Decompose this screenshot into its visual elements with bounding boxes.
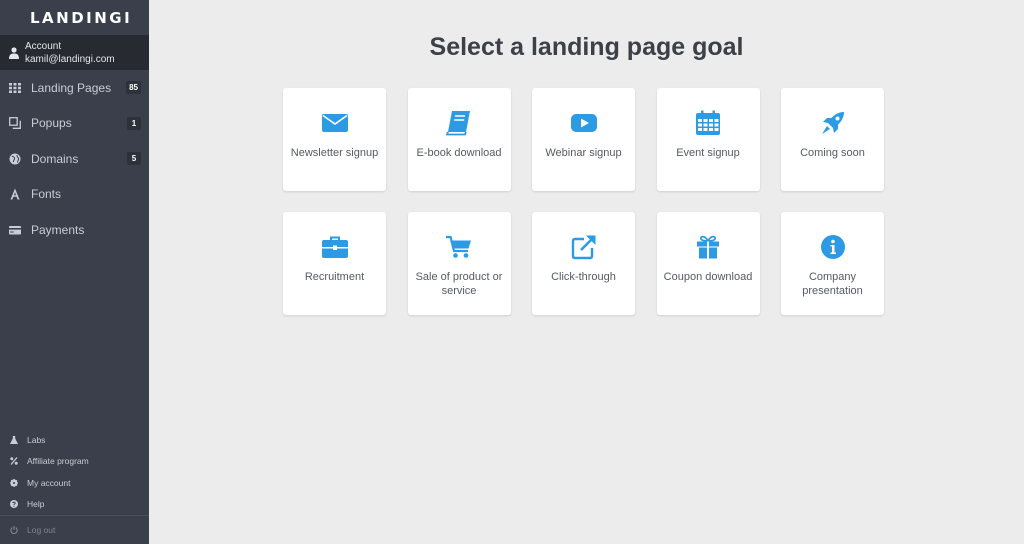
goal-label: Recruitment bbox=[304, 271, 365, 283]
percent-icon bbox=[9, 456, 19, 466]
page-title: Select a landing page goal bbox=[429, 33, 744, 61]
goal-card-coupon-download[interactable]: Coupon download bbox=[656, 212, 760, 315]
calendar-icon bbox=[695, 110, 721, 136]
power-icon bbox=[9, 525, 19, 535]
grid-icon bbox=[9, 82, 21, 94]
sidebar-item-label: Affiliate program bbox=[27, 456, 89, 467]
count-badge: 5 bbox=[127, 152, 141, 165]
envelope-icon bbox=[321, 110, 348, 136]
goal-label: E-book download bbox=[416, 147, 502, 159]
sidebar-item-label: Labs bbox=[27, 434, 46, 445]
user-icon bbox=[9, 46, 19, 59]
goal-card-newsletter-signup[interactable]: Newsletter signup bbox=[283, 88, 386, 191]
goal-card-ebook-download[interactable]: E-book download bbox=[407, 88, 511, 191]
sidebar-item-label: Payments bbox=[31, 222, 85, 237]
credit-card-icon bbox=[9, 224, 21, 236]
briefcase-icon bbox=[321, 234, 348, 260]
account-label: Account bbox=[25, 40, 62, 52]
font-icon bbox=[9, 188, 21, 200]
sidebar-item-affiliate[interactable]: Affiliate program bbox=[0, 451, 149, 473]
sidebar-item-label: My account bbox=[27, 477, 71, 488]
account-menu[interactable]: Account kamil@landingi.com bbox=[0, 35, 149, 70]
goal-card-click-through[interactable]: Click-through bbox=[532, 212, 635, 315]
goal-card-webinar-signup[interactable]: Webinar signup bbox=[532, 88, 635, 191]
play-icon bbox=[570, 110, 597, 136]
logout-link[interactable]: Log out bbox=[0, 515, 149, 544]
gift-icon bbox=[695, 234, 721, 260]
question-icon bbox=[9, 499, 19, 509]
goal-label: Webinar signup bbox=[545, 147, 622, 159]
sidebar-footer: Labs Affiliate program My account Help L… bbox=[0, 429, 149, 544]
goal-card-sale-of-product[interactable]: Sale of product or service bbox=[407, 212, 511, 315]
sidebar-item-label: Domains bbox=[31, 151, 79, 166]
sidebar-item-label: Popups bbox=[31, 116, 72, 131]
goal-label: Company presentation bbox=[802, 271, 863, 297]
count-badge: 85 bbox=[126, 81, 141, 94]
sidebar-item-fonts[interactable]: Fonts bbox=[0, 177, 149, 213]
sidebar-item-label: Help bbox=[27, 499, 45, 510]
goal-label: Newsletter signup bbox=[290, 147, 379, 159]
sidebar-item-help[interactable]: Help bbox=[0, 494, 149, 516]
sidebar-item-label: Landing Pages bbox=[31, 80, 112, 95]
external-link-icon bbox=[571, 234, 597, 260]
goal-label: Coming soon bbox=[800, 147, 865, 159]
sidebar-nav: Landing Pages 85 Popups 1 Domains 5 Font… bbox=[0, 70, 149, 248]
flask-icon bbox=[9, 435, 19, 445]
rocket-icon bbox=[820, 110, 846, 136]
count-badge: 1 bbox=[127, 116, 141, 130]
goal-card-company-presentation[interactable]: Company presentation bbox=[781, 212, 884, 315]
book-icon bbox=[446, 110, 472, 136]
sidebar: LANDINGI Account kamil@landingi.com Land… bbox=[0, 0, 149, 544]
logo-text: LANDINGI bbox=[30, 8, 133, 27]
goal-card-recruitment[interactable]: Recruitment bbox=[283, 212, 386, 315]
gear-icon bbox=[9, 478, 19, 488]
goal-label: Click-through bbox=[551, 271, 616, 283]
sidebar-item-landing-pages[interactable]: Landing Pages 85 bbox=[0, 70, 149, 106]
logout-label: Log out bbox=[27, 525, 56, 535]
sidebar-item-popups[interactable]: Popups 1 bbox=[0, 106, 149, 142]
goal-card-coming-soon[interactable]: Coming soon bbox=[781, 88, 884, 191]
brand-logo[interactable]: LANDINGI bbox=[0, 0, 149, 35]
popup-icon bbox=[9, 117, 21, 130]
sidebar-item-labs[interactable]: Labs bbox=[0, 429, 149, 451]
sidebar-item-label: Fonts bbox=[31, 187, 62, 202]
sidebar-item-my-account[interactable]: My account bbox=[0, 472, 149, 494]
goal-label: Event signup bbox=[676, 147, 740, 159]
goal-label: Coupon download bbox=[663, 271, 753, 283]
goal-card-event-signup[interactable]: Event signup bbox=[656, 88, 760, 191]
globe-icon bbox=[9, 153, 21, 165]
info-icon bbox=[820, 234, 846, 260]
goal-grid: Newsletter signup E-book download Webina… bbox=[283, 88, 886, 315]
cart-icon bbox=[446, 234, 472, 260]
goal-label: Sale of product or service bbox=[415, 271, 503, 297]
account-email: kamil@landingi.com bbox=[25, 53, 115, 65]
sidebar-item-domains[interactable]: Domains 5 bbox=[0, 141, 149, 177]
sidebar-item-payments[interactable]: Payments bbox=[0, 212, 149, 248]
